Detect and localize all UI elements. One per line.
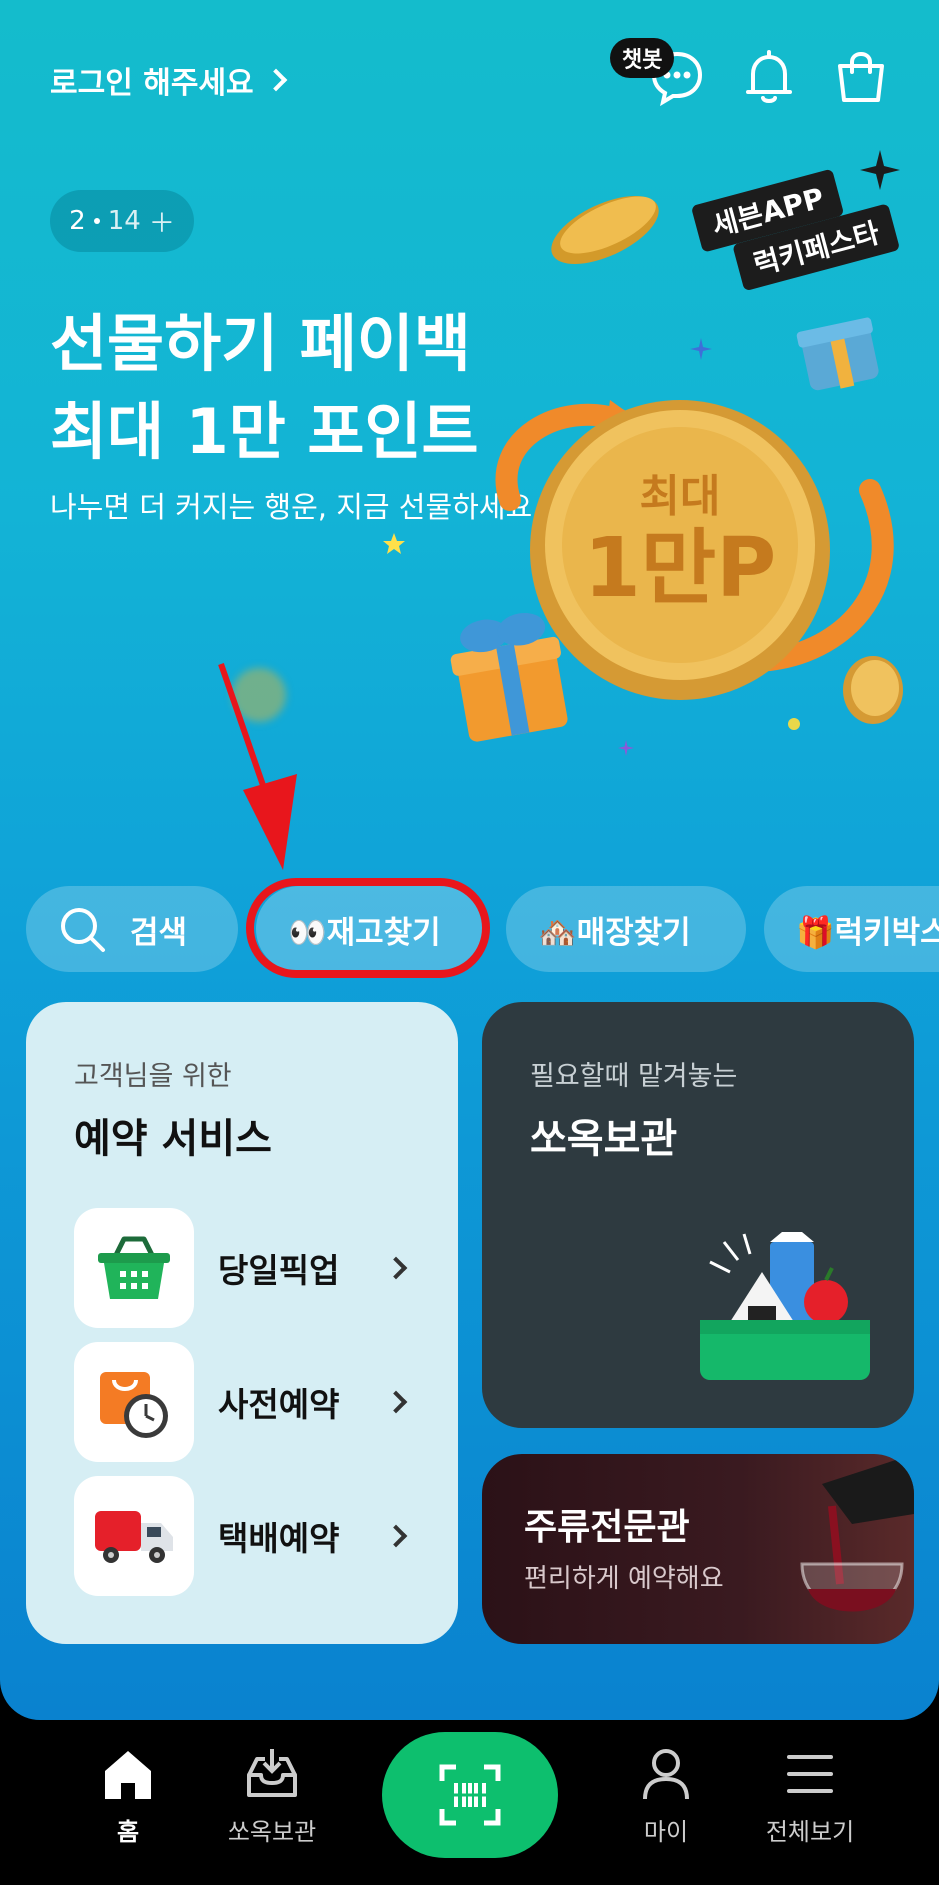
banner-title-line2: 최대 1만 포인트 — [50, 395, 479, 468]
service-label: 택배예약 — [218, 1519, 340, 1558]
reservation-title: 예약 서비스 — [74, 1116, 272, 1162]
delivery-truck-icon — [74, 1476, 194, 1596]
chip-store-label: 🏘️매장찾기 — [538, 914, 691, 951]
chevron-right-icon — [384, 1256, 408, 1280]
small-coin-icon — [843, 656, 903, 724]
wine-glass-illustration — [800, 1454, 914, 1612]
storage-card[interactable]: 필요할때 맡겨놓는 쏘옥보관 — [482, 1002, 914, 1428]
reservation-service-card[interactable]: 고객님을 위한 예약 서비스 당일픽업 사전예약 택배예약 — [26, 1002, 458, 1644]
plus-icon: ＋ — [148, 208, 175, 239]
bell-icon — [746, 50, 792, 103]
nav-storage[interactable]: 쏘옥보관 — [202, 1742, 342, 1847]
chip-lucky-box[interactable]: 🎁럭키박스 — [764, 886, 939, 972]
service-same-day-pickup[interactable]: 당일픽업 — [74, 1208, 414, 1328]
chevron-right-icon — [384, 1390, 408, 1414]
shopping-bag-icon — [838, 51, 884, 102]
coin-line1: 최대 — [639, 471, 721, 522]
scan-barcode-button[interactable] — [382, 1732, 558, 1858]
menu-icon — [787, 1755, 833, 1793]
chevron-right-icon — [264, 68, 287, 92]
nav-home-label: 홈 — [116, 1818, 140, 1846]
chip-search-label: 검색 — [130, 914, 188, 951]
chip-store-finder[interactable]: 🏘️매장찾기 — [506, 886, 746, 972]
banner-title-line1: 선물하기 페이백 — [50, 307, 471, 380]
storage-box-illustration — [700, 1232, 870, 1380]
red-arrow-annotation — [218, 663, 297, 870]
service-label: 당일픽업 — [218, 1251, 340, 1290]
home-screen: 로그인 해주세요 챗봇 2 14 ＋ 선물하기 페이백 최대 1만 포인트 나누… — [0, 0, 939, 1720]
banner-title[interactable]: 선물하기 페이백 최대 1만 포인트 — [50, 300, 479, 476]
chatbot-tag: 챗봇 — [610, 38, 675, 78]
pager-total: 14 — [107, 206, 141, 236]
chip-lucky-label: 🎁럭키박스 — [796, 914, 939, 951]
bottom-nav: 홈 쏘옥보관 마이 전체보기 — [0, 1720, 939, 1885]
barcode-scan-icon — [439, 1764, 501, 1826]
coin-decoration-icon — [551, 195, 659, 265]
star-icon — [383, 533, 405, 554]
nav-home[interactable]: 홈 — [58, 1742, 198, 1847]
home-icon — [105, 1751, 151, 1799]
shopping-bag-clock-icon — [74, 1342, 194, 1462]
person-icon — [643, 1749, 689, 1800]
notification-button[interactable] — [740, 48, 798, 106]
chevron-right-icon — [384, 1524, 408, 1548]
nav-my-label: 마이 — [643, 1818, 689, 1846]
search-icon — [61, 908, 105, 952]
inbox-download-icon — [247, 1749, 297, 1797]
sparkle-tiny-icon — [618, 740, 634, 756]
cart-button[interactable] — [832, 48, 890, 106]
login-label: 로그인 해주세요 — [50, 66, 254, 101]
coin-text: 최대 1만P — [560, 460, 800, 614]
gift-box-decoration-icon — [450, 612, 568, 742]
service-delivery-booking[interactable]: 택배예약 — [74, 1476, 414, 1596]
nav-all[interactable]: 전체보기 — [740, 1742, 880, 1847]
coin-line2: 1만P — [583, 521, 777, 616]
liquor-card[interactable]: 주류전문관 편리하게 예약해요 — [482, 1454, 914, 1644]
nav-all-label: 전체보기 — [765, 1818, 855, 1846]
pager-dot — [93, 218, 100, 224]
service-pre-order[interactable]: 사전예약 — [74, 1342, 414, 1462]
nav-storage-label: 쏘옥보관 — [227, 1818, 317, 1846]
login-prompt[interactable]: 로그인 해주세요 — [50, 58, 287, 102]
service-label: 사전예약 — [218, 1385, 340, 1424]
red-highlight-annotation — [246, 878, 490, 978]
nav-my[interactable]: 마이 — [596, 1742, 736, 1847]
reservation-caption: 고객님을 위한 — [74, 1061, 232, 1092]
banner-subtitle: 나누면 더 커지는 행운, 지금 선물하세요 — [50, 490, 533, 524]
banner-pager[interactable]: 2 14 ＋ — [50, 190, 194, 252]
storage-caption: 필요할때 맡겨놓는 — [530, 1061, 738, 1092]
liquor-caption: 편리하게 예약해요 — [524, 1564, 724, 1594]
basket-icon — [74, 1208, 194, 1328]
storage-title: 쏘옥보관 — [530, 1116, 678, 1162]
liquor-title: 주류전문관 — [524, 1507, 690, 1548]
sparkle-small-icon — [690, 338, 712, 360]
pager-current: 2 — [69, 206, 86, 236]
chip-search[interactable]: 검색 — [26, 886, 238, 972]
dot-decoration — [788, 718, 800, 730]
sparkle-icon — [860, 150, 900, 190]
